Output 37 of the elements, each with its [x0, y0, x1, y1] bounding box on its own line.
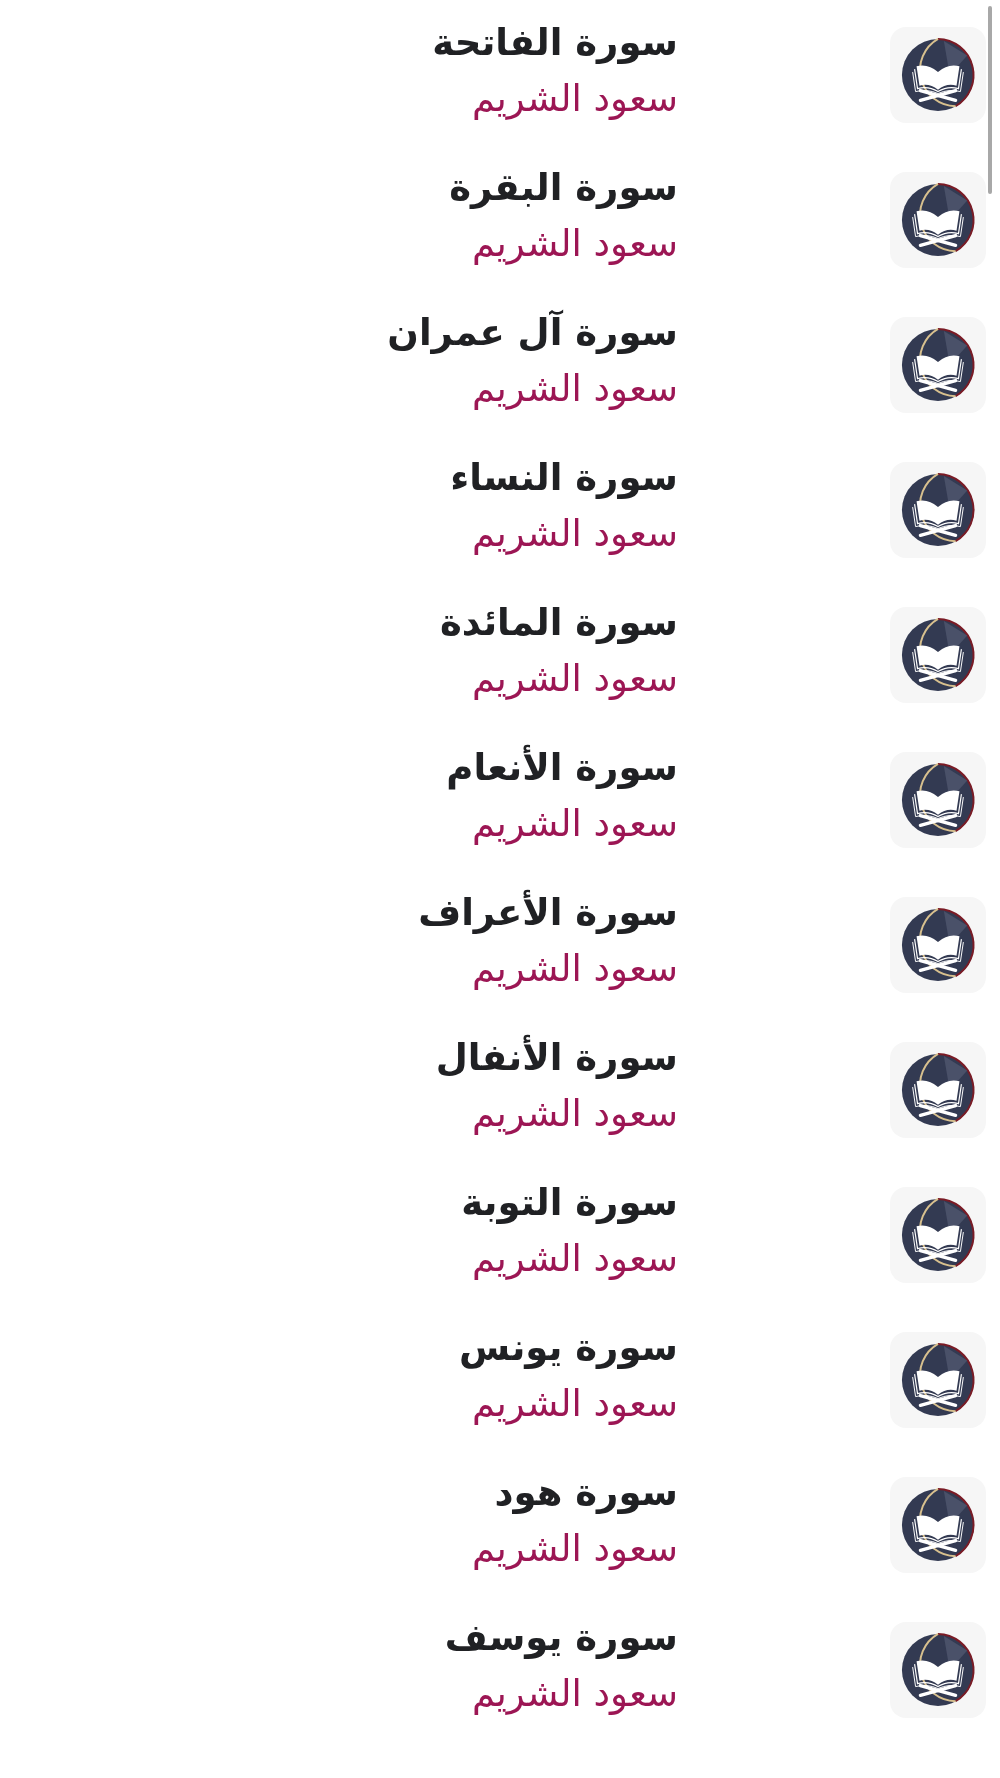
- surah-title[interactable]: سورة الأعراف: [418, 885, 678, 941]
- surah-title[interactable]: سورة آل عمران: [387, 305, 678, 361]
- quran-book-icon: [890, 1332, 986, 1428]
- surah-title[interactable]: سورة التوبة: [461, 1175, 678, 1231]
- quran-book-icon: [890, 317, 986, 413]
- surah-title[interactable]: سورة يوسف: [444, 1610, 678, 1666]
- quran-book-icon: [890, 1042, 986, 1138]
- surah-title[interactable]: سورة الفاتحة: [432, 15, 678, 71]
- reciter-name: سعود الشريم: [471, 1091, 678, 1137]
- reciter-name: سعود الشريم: [471, 801, 678, 847]
- surah-title[interactable]: سورة يونس: [459, 1320, 678, 1376]
- surah-title[interactable]: سورة البقرة: [449, 160, 678, 216]
- reciter-name: سعود الشريم: [471, 656, 678, 702]
- surah-title[interactable]: سورة النساء: [450, 450, 678, 506]
- surah-title[interactable]: سورة هود: [494, 1465, 678, 1521]
- reciter-name: سعود الشريم: [471, 1236, 678, 1282]
- quran-book-icon: [890, 172, 986, 268]
- quran-book-icon: [890, 1477, 986, 1573]
- reciter-name: سعود الشريم: [471, 946, 678, 992]
- reciter-name: سعود الشريم: [471, 1526, 678, 1572]
- quran-book-icon: [890, 462, 986, 558]
- quran-book-icon: [890, 27, 986, 123]
- quran-book-icon: [890, 897, 986, 993]
- quran-book-icon: [890, 752, 986, 848]
- reciter-name: سعود الشريم: [471, 221, 678, 267]
- reciter-name: سعود الشريم: [471, 1381, 678, 1427]
- reciter-name: سعود الشريم: [471, 366, 678, 412]
- reciter-name: سعود الشريم: [471, 511, 678, 557]
- reciter-name: سعود الشريم: [471, 1671, 678, 1717]
- surah-title[interactable]: سورة المائدة: [440, 595, 678, 651]
- scrollbar[interactable]: [988, 6, 992, 194]
- quran-book-icon: [890, 607, 986, 703]
- surah-title[interactable]: سورة الأنعام: [446, 740, 678, 796]
- surah-title[interactable]: سورة الأنفال: [435, 1030, 678, 1086]
- quran-book-icon: [890, 1622, 986, 1718]
- quran-book-icon: [890, 1187, 986, 1283]
- reciter-name: سعود الشريم: [471, 76, 678, 122]
